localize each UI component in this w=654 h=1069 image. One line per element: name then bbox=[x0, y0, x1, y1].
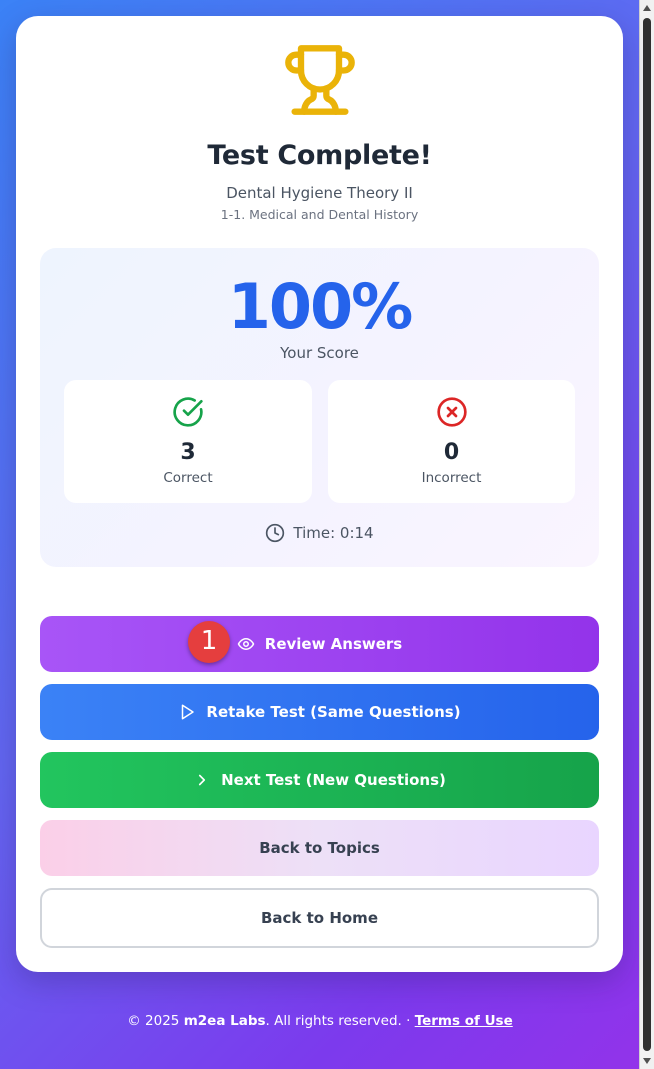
step-marker-badge: 1 bbox=[188, 621, 230, 663]
eye-icon bbox=[237, 638, 255, 650]
trophy-icon bbox=[285, 45, 355, 115]
back-to-home-button[interactable]: Back to Home bbox=[40, 888, 599, 948]
next-test-button[interactable]: Next Test (New Questions) bbox=[40, 752, 599, 808]
page-footer: © 2025 m2ea Labs. All rights reserved. ·… bbox=[0, 1013, 640, 1029]
score-value: 100% bbox=[227, 270, 414, 343]
page-title: Test Complete! bbox=[207, 140, 432, 171]
review-answers-button[interactable]: Review Answers bbox=[40, 616, 599, 672]
correct-count: 3 bbox=[180, 440, 196, 465]
back-to-topics-button[interactable]: Back to Topics bbox=[40, 820, 599, 876]
scroll-down-arrow-icon[interactable] bbox=[643, 1058, 651, 1064]
review-answers-label: Review Answers bbox=[264, 635, 403, 653]
subject-name: Dental Hygiene Theory II bbox=[226, 184, 413, 202]
scrollbar-thumb[interactable] bbox=[643, 18, 651, 1051]
score-label: Your Score bbox=[280, 344, 359, 362]
retake-test-label: Retake Test (Same Questions) bbox=[206, 703, 461, 721]
play-icon bbox=[182, 704, 195, 720]
chevron-right-icon bbox=[199, 774, 206, 786]
score-panel: 100% Your Score 3 Correct 0 Incorrect Ti… bbox=[40, 248, 599, 567]
next-test-label: Next Test (New Questions) bbox=[221, 771, 446, 789]
back-to-home-label: Back to Home bbox=[260, 909, 378, 927]
incorrect-stat-box: 0 Incorrect bbox=[328, 380, 575, 503]
footer-brand: m2ea Labs bbox=[183, 1013, 266, 1029]
results-card: Test Complete! Dental Hygiene Theory II … bbox=[16, 16, 623, 972]
page-scrollbar[interactable] bbox=[639, 0, 654, 1069]
time-text: Time: 0:14 bbox=[293, 524, 374, 542]
correct-stat-box: 3 Correct bbox=[64, 380, 312, 503]
check-circle-icon bbox=[173, 397, 203, 427]
footer-rights: . All rights reserved. · bbox=[265, 1013, 415, 1029]
retake-test-button[interactable]: Retake Test (Same Questions) bbox=[40, 684, 599, 740]
incorrect-count: 0 bbox=[443, 440, 460, 465]
scroll-up-arrow-icon[interactable] bbox=[643, 5, 651, 11]
footer-copyright: © 2025 bbox=[127, 1013, 184, 1029]
x-circle-icon bbox=[436, 397, 467, 427]
back-to-topics-label: Back to Topics bbox=[259, 839, 380, 857]
time-elapsed: Time: 0:14 bbox=[40, 522, 599, 544]
terms-of-use-link[interactable]: Terms of Use bbox=[415, 1013, 513, 1029]
clock-icon bbox=[266, 523, 285, 543]
incorrect-label: Incorrect bbox=[421, 470, 482, 486]
topic-name: 1-1. Medical and Dental History bbox=[220, 207, 419, 222]
correct-label: Correct bbox=[163, 470, 213, 486]
